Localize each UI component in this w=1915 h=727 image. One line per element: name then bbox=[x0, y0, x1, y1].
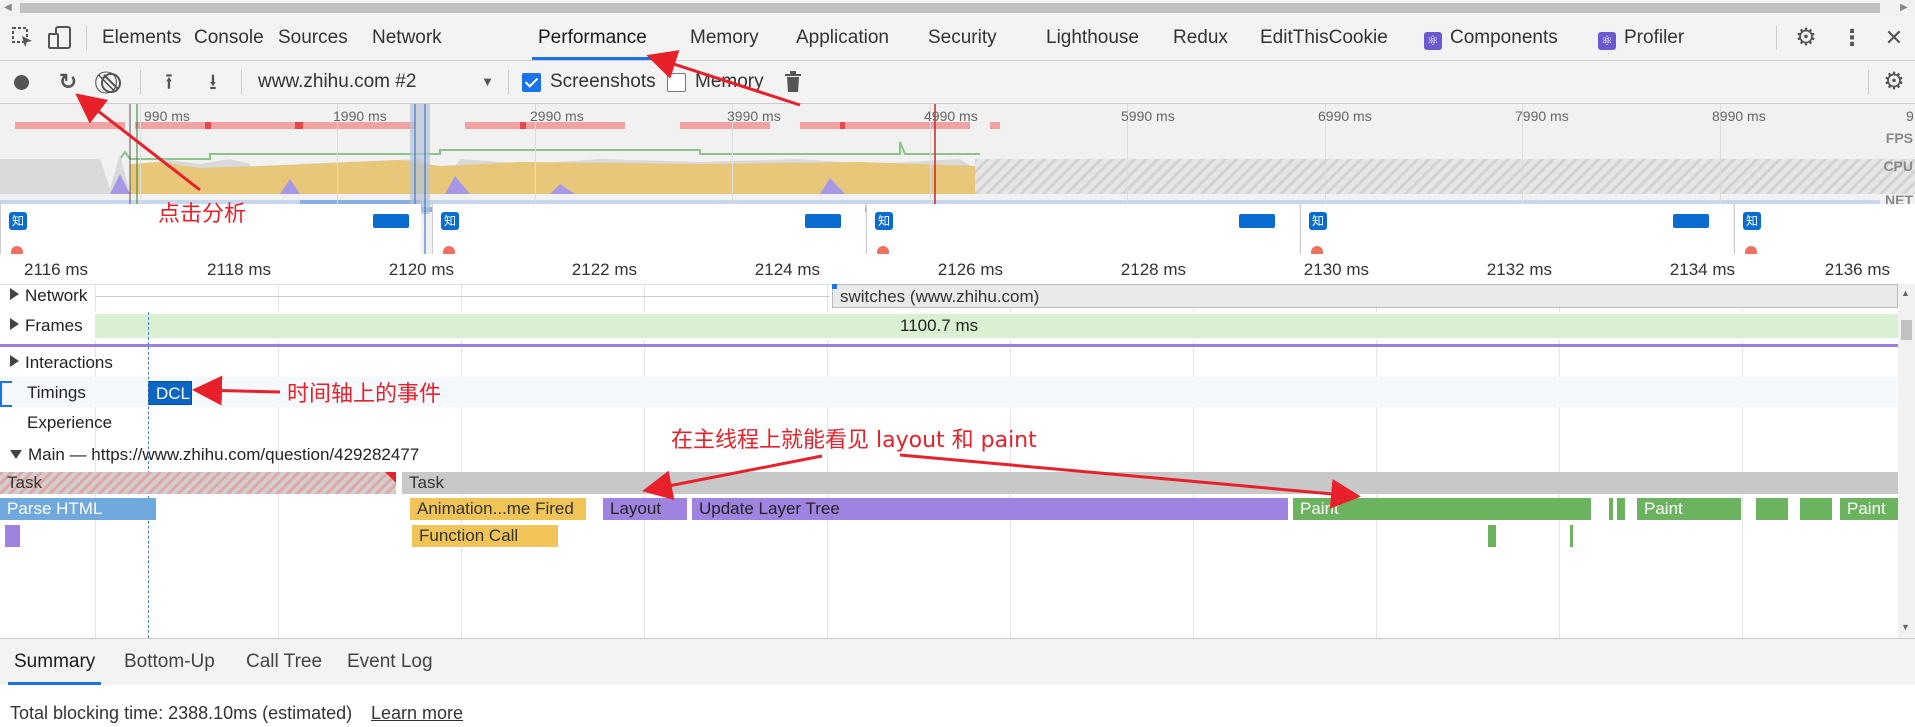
annotation-main-thread: 在主线程上就能看见 layout 和 paint bbox=[671, 428, 1037, 453]
annotation-click-analyze: 点击分析 bbox=[158, 202, 247, 227]
annotation-timeline-events: 时间轴上的事件 bbox=[287, 382, 442, 407]
annotation-arrows bbox=[75, 50, 1361, 509]
